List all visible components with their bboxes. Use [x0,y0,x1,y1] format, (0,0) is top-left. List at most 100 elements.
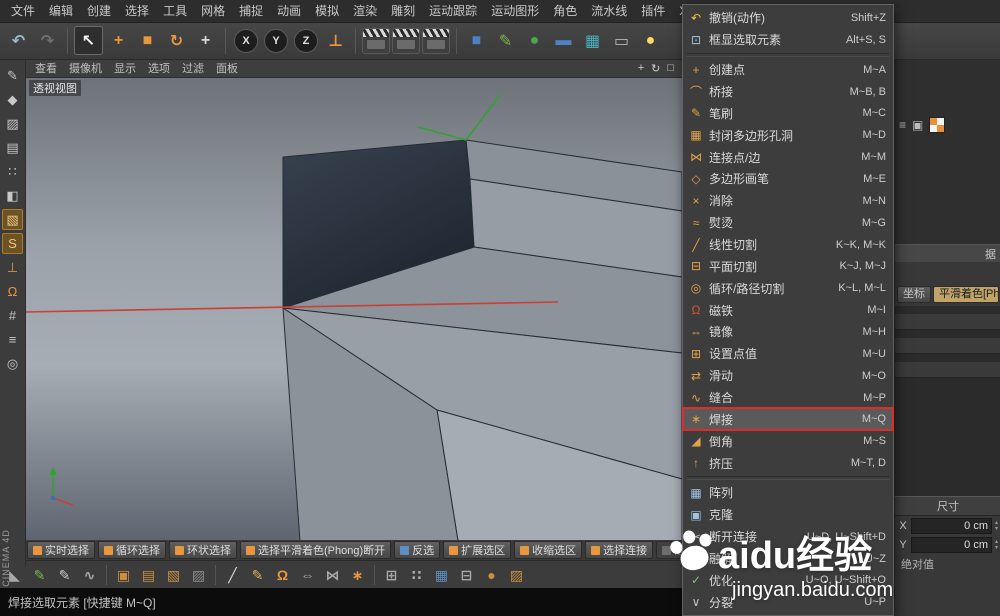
context-menu-item-magnet[interactable]: Ω磁铁M~I [683,299,893,321]
context-menu-item-create-point[interactable]: +创建点M~A [683,59,893,81]
mesh[interactable] [283,140,682,541]
quantize-icon[interactable]: ∷ [405,564,428,587]
model-mode-icon[interactable]: ◆ [2,89,23,110]
menubar-item[interactable]: 动画 [270,0,308,22]
points-cube-icon[interactable]: ▣ [112,564,135,587]
context-menu-item-array[interactable]: ▦阵列 [683,482,893,504]
solo-icon[interactable]: ◎ [2,353,23,374]
context-menu-item-close-polygon-hole[interactable]: ▦封闭多边形孔洞M~D [683,124,893,146]
viewport-menu-item[interactable]: 选项 [142,60,176,76]
axis-z-button[interactable]: Z [294,29,318,53]
object-manager[interactable]: ≡ ▣ [895,44,1000,245]
viewport-menu-item[interactable]: 查看 [29,60,63,76]
menubar-item[interactable]: 模拟 [308,0,346,22]
context-menu-item-brush[interactable]: ✎笔刷M~C [683,102,893,124]
menubar-item[interactable]: 文件 [4,0,42,22]
menubar-item[interactable]: 角色 [546,0,584,22]
smooth-tool-icon[interactable]: ∿ [78,564,101,587]
maximize-view-icon[interactable]: □ [667,62,674,75]
context-menu-item-frame-selected[interactable]: ⊡框显选取元素Alt+S, S [683,29,893,51]
viewport-canvas[interactable] [25,78,682,541]
workplane-icon[interactable]: ▤ [2,137,23,158]
coordinate-mode-label[interactable]: 绝对值 [901,556,934,572]
spin-down-icon[interactable]: ▾ [995,526,998,532]
pan-view-icon[interactable]: + [638,62,644,75]
context-menu-item-disconnect[interactable]: ✂断开连接U~D, U~Shift+D [683,526,893,548]
modeling-button[interactable]: ● [521,27,548,54]
add-primitive-button[interactable]: ■ [463,27,490,54]
menubar-item[interactable]: 渲染 [346,0,384,22]
menubar-item[interactable]: 运动图形 [484,0,546,22]
texture-tag-icon[interactable] [929,117,945,133]
coordinate-field[interactable]: 0 cm [911,518,992,534]
spline-pen-button[interactable]: ✎ [492,27,519,54]
snap-icon[interactable]: # [2,305,23,326]
menubar-item[interactable]: 流水线 [584,0,634,22]
undo-icon[interactable]: ↶ [5,27,32,54]
viewport-menu-item[interactable]: 面板 [210,60,244,76]
spinner-icon[interactable]: ▴▾ [995,539,998,551]
scale-tool[interactable]: ■ [134,27,161,54]
array-icon[interactable]: ▦ [430,564,453,587]
spline-pen-icon[interactable]: ✎ [28,564,51,587]
context-menu-item-undo-action[interactable]: ↶撤销(动作)Shift+Z [683,7,893,29]
selection-button[interactable]: 循环选择 [98,541,166,559]
uv-cube-icon[interactable]: ▨ [187,564,210,587]
axis-x-button[interactable]: X [234,29,258,53]
lock-workplane-icon[interactable]: ≡ [2,329,23,350]
context-menu-item-bridge[interactable]: ⌒桥接M~B, B [683,81,893,103]
mirror-icon[interactable]: ⇔ [296,564,319,587]
menubar-item[interactable]: 选择 [118,0,156,22]
texture-mode-icon[interactable]: ▨ [2,113,23,134]
pen-icon[interactable]: ✎ [246,564,269,587]
coord-system-button[interactable]: ⊥ [322,27,349,54]
context-menu-item-mirror[interactable]: ⇔镜像M~H [683,321,893,343]
weld-icon[interactable]: ∗ [346,564,369,587]
menubar-item[interactable]: 编辑 [42,0,80,22]
selection-button[interactable]: 选择平滑着色(Phong)断开 [240,541,391,559]
viewport-label[interactable]: 透视视图 [29,80,81,96]
menubar-item[interactable]: 雕刻 [384,0,422,22]
context-menu-item-connect-points-edges[interactable]: ⋈连接点/边M~M [683,146,893,168]
make-editable-icon[interactable]: ✎ [2,65,23,86]
selection-button[interactable]: 实时选择 [27,541,95,559]
context-menu-item-iron[interactable]: ≈熨烫M~G [683,212,893,234]
context-menu-item-plane-cut[interactable]: ⊟平面切割K~J, M~J [683,255,893,277]
spin-down-icon[interactable]: ▾ [995,545,998,551]
menubar-item[interactable]: 工具 [156,0,194,22]
polygons-mode-icon[interactable]: ▧ [2,209,23,230]
magnet-icon[interactable]: Ω [2,281,23,302]
axis-y-button[interactable]: Y [264,29,288,53]
enable-axis-icon[interactable]: S [2,233,23,254]
attribute-tab[interactable]: 坐标 [897,286,931,303]
texture-icon[interactable]: ▨ [505,564,528,587]
menubar-item[interactable]: 运动跟踪 [422,0,484,22]
viewport-menu-item[interactable]: 摄像机 [63,60,108,76]
context-menu-item-weld[interactable]: ∗焊接M~Q [683,408,893,430]
coord-icon[interactable]: ⊥ [2,257,23,278]
context-menu-item-split[interactable]: ∨分裂U~P [683,591,893,613]
simulation-button[interactable]: ▬ [550,27,577,54]
edges-cube-icon[interactable]: ▤ [137,564,160,587]
mograph-button[interactable]: ▦ [579,27,606,54]
context-menu-item-bevel[interactable]: ◢倒角M~S [683,430,893,452]
render-view-button[interactable] [362,28,390,54]
context-menu-item-line-cut[interactable]: ╱线性切割K~K, M~K [683,234,893,256]
menubar-item[interactable]: 插件 [634,0,672,22]
layout-icon[interactable]: ⊟ [455,564,478,587]
menubar-item[interactable]: 创建 [80,0,118,22]
rotate-view-icon[interactable]: ↻ [651,62,660,75]
grid-icon[interactable]: ⊞ [380,564,403,587]
context-menu-item-clone[interactable]: ▣克隆 [683,504,893,526]
attribute-row[interactable] [895,362,1000,378]
context-menu-item-extrude[interactable]: ↑挤压M~T, D [683,452,893,474]
context-menu-item-stitch-and-sew[interactable]: ∿缝合M~P [683,387,893,409]
attribute-row[interactable] [895,314,1000,330]
selection-button[interactable]: 环状选择 [169,541,237,559]
selection-button[interactable]: 扩展选区 [443,541,511,559]
attribute-tab[interactable]: 平滑着色[Phong] [933,286,999,303]
stitch-icon[interactable]: ⋈ [321,564,344,587]
selection-button[interactable]: 反选 [394,541,440,559]
poly-cube-icon[interactable]: ▧ [162,564,185,587]
magnet-icon[interactable]: Ω [271,564,294,587]
